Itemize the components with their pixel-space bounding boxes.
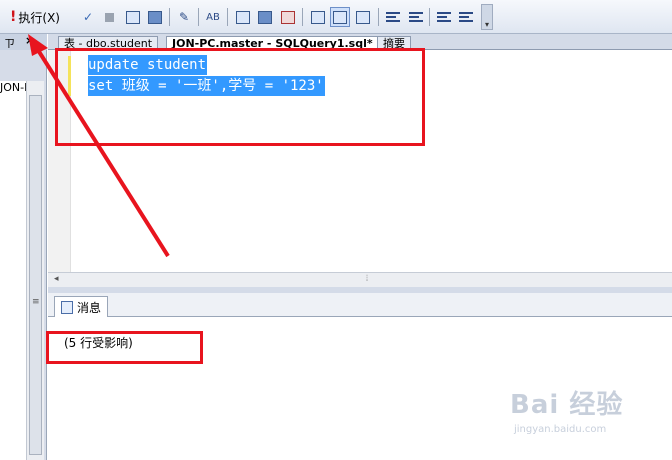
- edit-icon[interactable]: ✎: [174, 7, 194, 27]
- scroll-left-icon[interactable]: ◂: [54, 274, 59, 284]
- stop-icon[interactable]: [99, 7, 119, 27]
- object-explorer-header: ㄗ ×: [0, 34, 47, 50]
- display-plan-icon[interactable]: [123, 7, 143, 27]
- watermark-url: jingyan.baidu.com: [514, 424, 607, 435]
- uncomment-icon[interactable]: [406, 7, 426, 27]
- tree-node-server[interactable]: JON-PC: [0, 81, 26, 94]
- grip-icon: ⦙: [366, 274, 369, 284]
- execute-button[interactable]: ! 执行(X): [10, 7, 60, 27]
- annotation-box-query: [55, 48, 425, 146]
- annotation-box-message: [46, 331, 203, 364]
- execute-label: 执行(X): [18, 10, 60, 25]
- baidu-watermark: Bai 经验 jingyan.baidu.com: [510, 384, 660, 444]
- sqlcmd-icon[interactable]: [353, 7, 373, 27]
- messages-icon: [61, 300, 73, 314]
- comment-icon[interactable]: [383, 7, 403, 27]
- close-icon[interactable]: ×: [25, 34, 34, 47]
- sql-editor-toolbar: ! 执行(X) ✓ ✎ AB ▾: [0, 0, 672, 34]
- indent-icon[interactable]: [456, 7, 476, 27]
- intellisense-icon[interactable]: AB: [203, 7, 223, 27]
- grip-icon: ≡: [32, 297, 40, 307]
- check-icon[interactable]: ✓: [78, 7, 98, 27]
- query-designer-icon[interactable]: [145, 7, 165, 27]
- object-explorer-scrollbar[interactable]: ≡: [26, 81, 44, 460]
- editor-horizontal-scrollbar[interactable]: ◂ ⦙: [48, 272, 672, 287]
- results-to-text-icon[interactable]: [233, 7, 253, 27]
- tab-messages-label: 消息: [77, 300, 102, 315]
- scrollbar-thumb[interactable]: [29, 95, 42, 455]
- object-explorer-tree[interactable]: JON-PC: [0, 81, 26, 460]
- outdent-icon[interactable]: [434, 7, 454, 27]
- pin-icon[interactable]: ㄗ: [4, 35, 15, 51]
- client-stats-icon[interactable]: [330, 7, 350, 27]
- object-explorer-panel: ㄗ × JON-PC ≡: [0, 34, 47, 460]
- results-to-file-icon[interactable]: [278, 7, 298, 27]
- toolbar-overflow-button[interactable]: ▾: [481, 4, 493, 30]
- watermark-brand: Bai 经验: [510, 390, 624, 420]
- results-to-grid-icon[interactable]: [255, 7, 275, 27]
- exclamation-icon: !: [10, 9, 17, 25]
- results-tabstrip: 消息: [48, 293, 672, 317]
- tab-messages[interactable]: 消息: [54, 296, 109, 317]
- include-plan-icon[interactable]: [308, 7, 328, 27]
